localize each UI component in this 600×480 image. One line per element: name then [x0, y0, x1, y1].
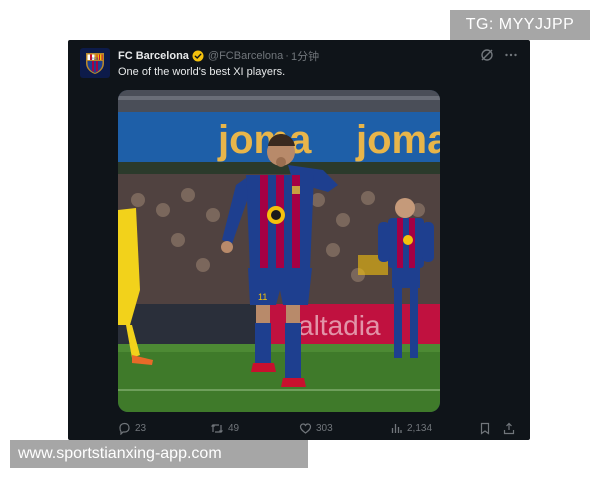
avatar[interactable]: FCB — [80, 48, 110, 78]
display-name[interactable]: FC Barcelona — [118, 50, 189, 62]
verified-badge-icon — [192, 50, 204, 62]
like-count: 303 — [316, 423, 333, 434]
reply-icon — [119, 422, 130, 435]
bookmark-action[interactable] — [479, 422, 491, 435]
banner-text-right: joma — [355, 118, 440, 162]
retweet-action[interactable]: 49 — [210, 422, 239, 435]
banner-text-left: joma — [217, 118, 312, 162]
grok-icon[interactable] — [480, 48, 494, 62]
retweet-icon — [211, 424, 223, 433]
tweet-media-image[interactable]: joma joma altadia 11 — [118, 90, 440, 412]
tweet-header: FC Barcelona @FCBarcelona · 1分钟 — [118, 48, 319, 64]
crest-label: FCB — [92, 57, 100, 61]
bookmark-icon — [480, 422, 490, 435]
heart-icon — [299, 423, 312, 434]
shorts-number: 11 — [258, 292, 267, 302]
reply-action[interactable]: 23 — [118, 422, 146, 435]
views-count: 2,134 — [407, 423, 433, 434]
views-action[interactable]: 2,134 — [390, 422, 432, 435]
tweet-top-icons — [480, 48, 518, 62]
views-icon — [391, 424, 402, 433]
share-action[interactable] — [503, 422, 515, 435]
like-action[interactable]: 303 — [299, 422, 333, 435]
tweet-text: One of the world's best XI players. — [118, 66, 286, 78]
retweet-count: 49 — [228, 423, 240, 434]
ad-board-text: altadia — [298, 310, 381, 341]
header-separator: · — [285, 50, 289, 62]
barcelona-crest-icon: FCB — [86, 53, 104, 74]
watermark-top: TG: MYYJJPP — [450, 10, 590, 40]
tweet-actions: 23 49 303 2,134 — [118, 422, 518, 438]
watermark-bottom: www.sportstianxing-app.com — [10, 440, 308, 468]
share-icon — [503, 422, 515, 435]
timestamp[interactable]: 1分钟 — [291, 48, 319, 64]
player-celebration-image: joma joma altadia 11 — [118, 90, 440, 412]
tweet-card[interactable]: FCB FC Barcelona @FCBarcelona · 1分钟 One … — [68, 40, 530, 440]
handle[interactable]: @FCBarcelona — [208, 50, 283, 62]
more-options-icon[interactable] — [504, 48, 518, 62]
reply-count: 23 — [135, 423, 147, 434]
